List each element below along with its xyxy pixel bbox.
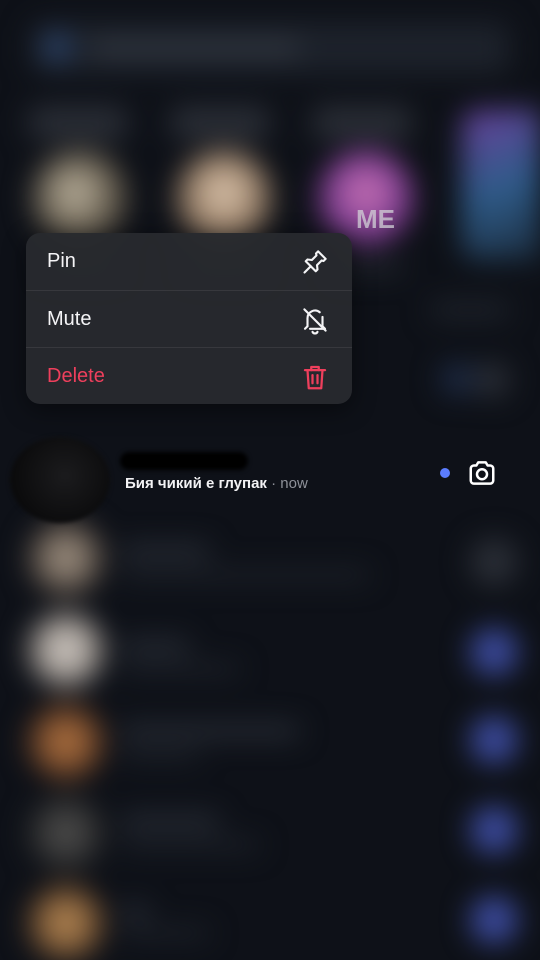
menu-item-label: Pin — [47, 250, 76, 272]
pin-icon — [298, 245, 332, 279]
chat-list-item[interactable]: Бия чикий е глупак · now — [0, 425, 540, 525]
menu-item-pin[interactable]: Pin — [26, 233, 352, 290]
avatar — [10, 437, 110, 523]
camera-button[interactable] — [466, 458, 498, 488]
menu-item-label: Delete — [47, 365, 105, 387]
menu-item-delete[interactable]: Delete — [26, 347, 352, 404]
story-avatar — [32, 150, 128, 246]
chat-name-redacted — [120, 452, 248, 470]
search-icon-blurred — [44, 34, 70, 60]
chat-context-menu: Pin Mute Delete — [26, 233, 352, 404]
story-avatar — [176, 150, 272, 246]
inbox-screen: ME Pin Mute Delete Бия чикий е глупак · … — [0, 0, 540, 960]
unread-dot — [440, 468, 450, 478]
trash-icon — [298, 360, 332, 394]
bell-off-icon — [298, 303, 332, 337]
menu-item-mute[interactable]: Mute — [26, 290, 352, 348]
chat-preview-separator: · — [271, 475, 277, 492]
chat-preview: Бия чикий е глупак · now — [125, 475, 308, 492]
chat-preview-text: Бия чикий е глупак — [125, 475, 267, 492]
menu-item-label: Mute — [47, 308, 92, 330]
story-me-badge: ME — [356, 204, 395, 234]
chat-timestamp: now — [280, 475, 308, 492]
camera-icon — [469, 461, 495, 485]
